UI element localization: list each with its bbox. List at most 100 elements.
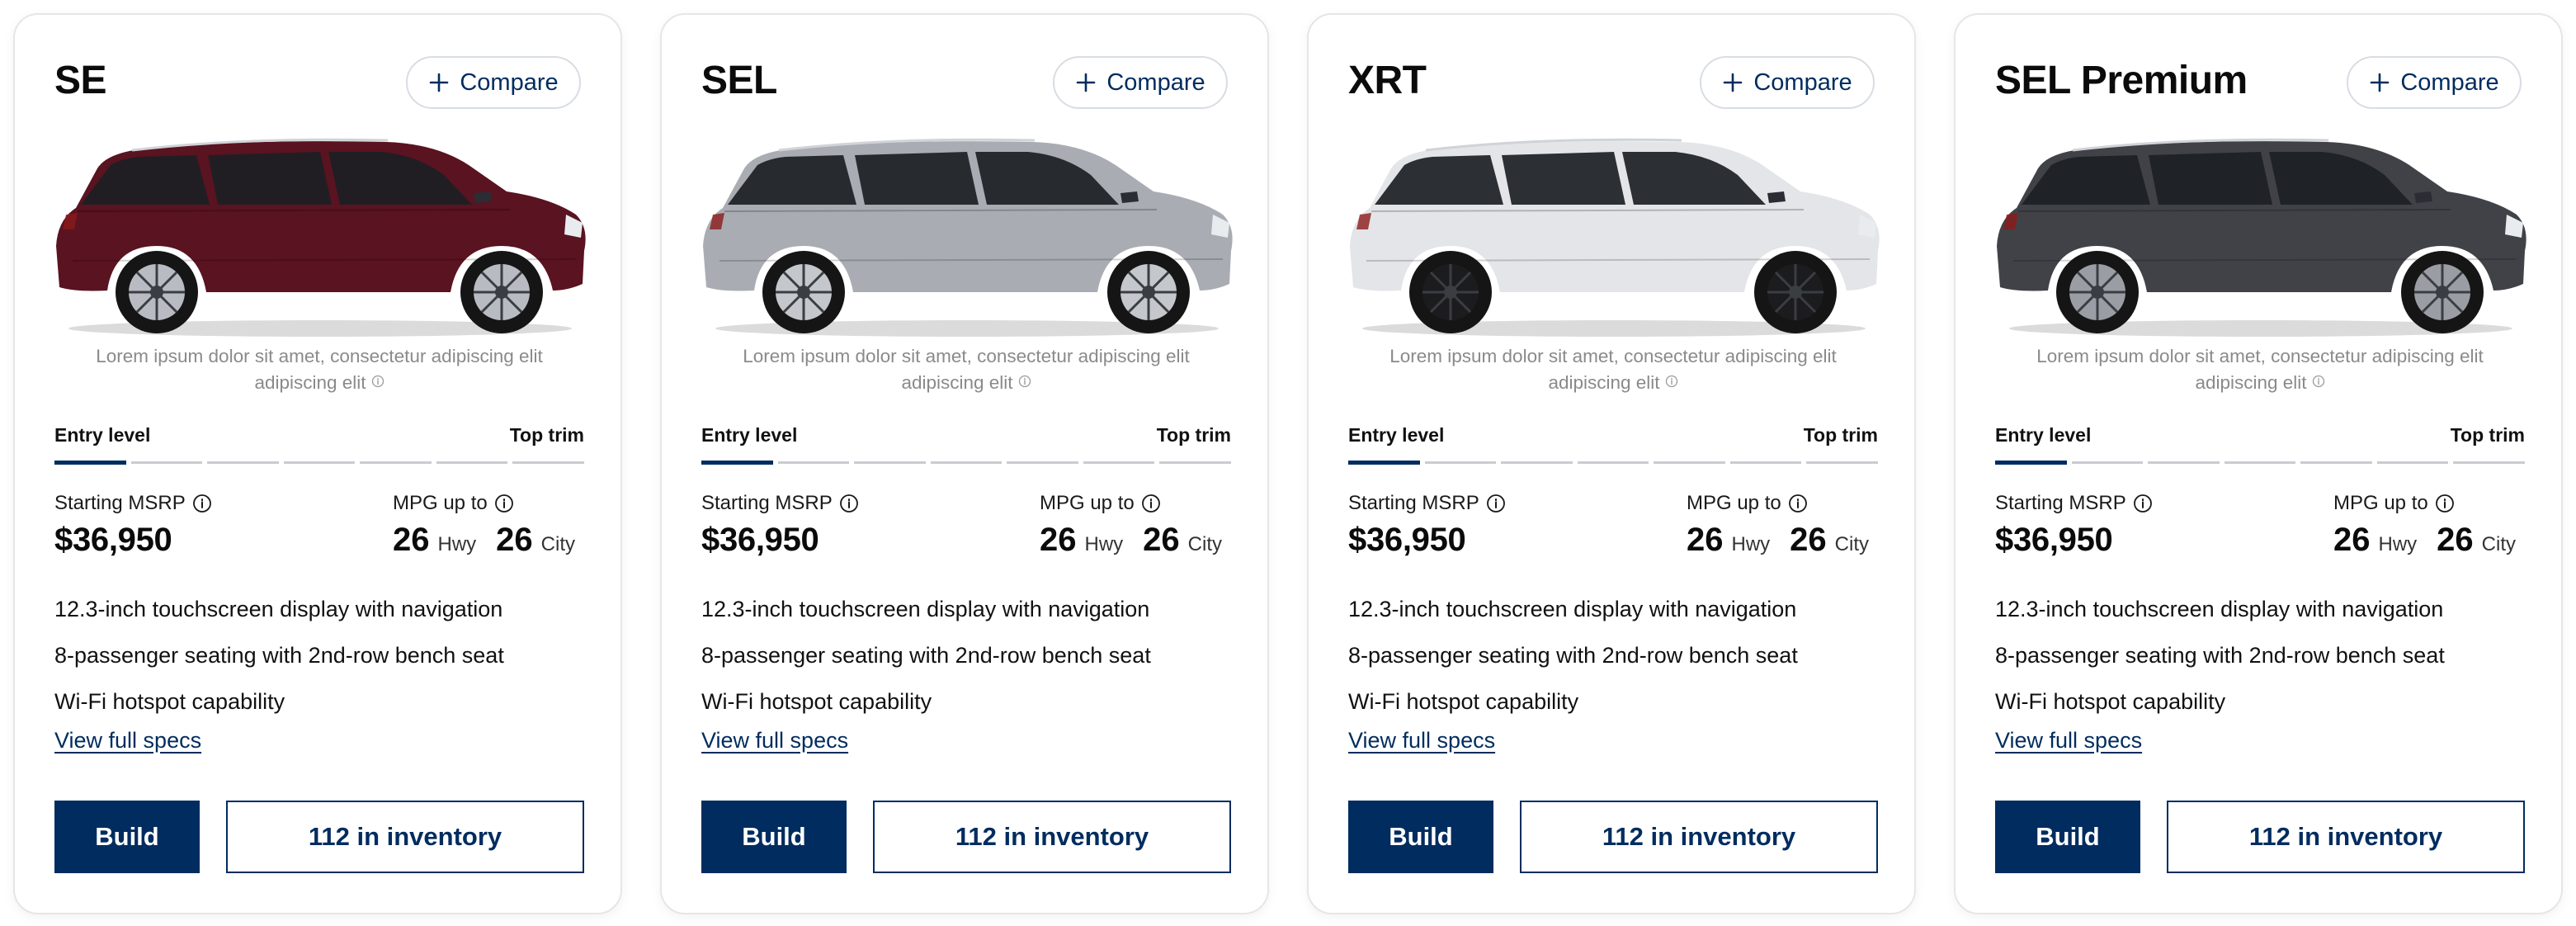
trim-level-segment xyxy=(1007,461,1078,464)
entry-level-label: Entry level xyxy=(701,424,798,446)
mpg-hwy-unit: Hwy xyxy=(2378,533,2418,555)
compare-button[interactable]: Compare xyxy=(2347,56,2522,109)
build-button[interactable]: Build xyxy=(1348,801,1493,873)
mpg-values: 26 Hwy 26 City xyxy=(2333,522,2516,561)
mpg-hwy-value: 26 xyxy=(1040,522,1077,558)
mpg-city-unit: City xyxy=(1187,533,1223,555)
info-circle-icon[interactable] xyxy=(1665,375,1678,388)
trim-level-segment xyxy=(2071,461,2144,464)
top-trim-label: Top trim xyxy=(509,424,584,446)
info-circle-icon[interactable] xyxy=(1788,494,1808,513)
view-full-specs-link[interactable]: View full specs xyxy=(54,728,201,754)
trim-card: SEL Premium Compare Lorem ipsum dolor si… xyxy=(1954,13,2563,914)
trim-level-segment xyxy=(130,461,203,464)
feature-item: 8-passenger seating with 2nd-row bench s… xyxy=(701,643,1151,668)
view-full-specs-link[interactable]: View full specs xyxy=(1995,728,2142,754)
entry-level-label: Entry level xyxy=(1995,424,2092,446)
mpg-city-unit: City xyxy=(1834,533,1870,555)
mpg-values: 26 Hwy 26 City xyxy=(1040,522,1222,561)
trim-level-bar xyxy=(1348,461,1878,465)
compare-label: Compare xyxy=(460,69,559,96)
trim-level-segment xyxy=(930,461,1003,464)
info-circle-icon[interactable] xyxy=(494,494,514,513)
top-trim-label: Top trim xyxy=(1803,424,1878,446)
feature-item: 8-passenger seating with 2nd-row bench s… xyxy=(54,643,504,668)
trim-level-segment xyxy=(777,461,850,464)
compare-button[interactable]: Compare xyxy=(1700,56,1875,109)
trim-level-segment xyxy=(1654,461,1725,464)
trim-level-segment xyxy=(2453,461,2525,464)
build-button[interactable]: Build xyxy=(1995,801,2140,873)
info-circle-icon[interactable] xyxy=(371,375,385,388)
trim-level-segment xyxy=(360,461,432,464)
trim-level-segment xyxy=(854,461,926,464)
entry-level-label: Entry level xyxy=(1348,424,1445,446)
view-full-specs-link[interactable]: View full specs xyxy=(701,728,848,754)
info-circle-icon[interactable] xyxy=(2435,494,2455,513)
feature-item: 8-passenger seating with 2nd-row bench s… xyxy=(1995,643,2445,668)
suv-side-view-image xyxy=(703,138,1233,337)
info-circle-icon[interactable] xyxy=(1141,494,1161,513)
compare-button[interactable]: Compare xyxy=(1053,56,1228,109)
trim-level-labels: Entry level Top trim xyxy=(1995,424,2525,449)
trim-level-segment xyxy=(1577,461,1649,464)
trim-name: XRT xyxy=(1348,59,1427,102)
mpg-hwy-unit: Hwy xyxy=(1084,533,1124,555)
trim-level-segment xyxy=(1083,461,1155,464)
view-full-specs-link[interactable]: View full specs xyxy=(1348,728,1495,754)
trim-card: XRT Compare Lorem ipsum dolor sit amet, … xyxy=(1307,13,1916,914)
info-circle-icon[interactable] xyxy=(1486,494,1506,513)
plus-icon xyxy=(2371,73,2390,92)
mpg-label: MPG up to xyxy=(1687,492,1808,515)
trim-description: Lorem ipsum dolor sit amet, consectetur … xyxy=(701,343,1231,396)
trim-level-segment xyxy=(1995,461,2067,465)
inventory-button[interactable]: 112 in inventory xyxy=(2167,801,2525,873)
trim-description: Lorem ipsum dolor sit amet, consectetur … xyxy=(1995,343,2525,396)
build-button[interactable]: Build xyxy=(54,801,200,873)
trim-level-segment xyxy=(1806,461,1878,464)
info-circle-icon[interactable] xyxy=(2312,375,2325,388)
mpg-hwy-unit: Hwy xyxy=(437,533,477,555)
inventory-button[interactable]: 112 in inventory xyxy=(226,801,584,873)
trim-card: SE Compare Lorem ipsum dolor sit amet, c… xyxy=(13,13,622,914)
info-circle-icon[interactable] xyxy=(192,494,212,513)
info-circle-icon[interactable] xyxy=(1018,375,1031,388)
trim-level-segment xyxy=(2300,461,2372,464)
inventory-button[interactable]: 112 in inventory xyxy=(873,801,1231,873)
mpg-city-value: 26 xyxy=(1790,522,1827,558)
feature-item: Wi-Fi hotspot capability xyxy=(54,689,285,714)
trim-level-labels: Entry level Top trim xyxy=(1348,424,1878,449)
mpg-values: 26 Hwy 26 City xyxy=(1687,522,1869,561)
mpg-hwy-unit: Hwy xyxy=(1731,533,1771,555)
mpg-label: MPG up to xyxy=(393,492,514,515)
inventory-button[interactable]: 112 in inventory xyxy=(1520,801,1878,873)
info-circle-icon[interactable] xyxy=(2133,494,2153,513)
trim-level-segment xyxy=(54,461,126,465)
trim-description-text: Lorem ipsum dolor sit amet, consectetur … xyxy=(1389,346,1837,393)
trim-level-segment xyxy=(512,461,584,464)
mpg-label: MPG up to xyxy=(2333,492,2455,515)
plus-icon xyxy=(1077,73,1096,92)
feature-item: 12.3-inch touchscreen display with navig… xyxy=(54,597,503,621)
feature-list: 12.3-inch touchscreen display with navig… xyxy=(701,586,1238,725)
suv-side-view-image xyxy=(56,138,586,337)
mpg-city-value: 26 xyxy=(1143,522,1180,558)
trim-level-labels: Entry level Top trim xyxy=(701,424,1231,449)
build-button[interactable]: Build xyxy=(701,801,847,873)
entry-level-label: Entry level xyxy=(54,424,151,446)
trim-level-bar xyxy=(1995,461,2525,465)
trim-level-segment xyxy=(1729,461,1802,464)
feature-list: 12.3-inch touchscreen display with navig… xyxy=(1995,586,2531,725)
starting-msrp-label: Starting MSRP xyxy=(1995,492,2153,515)
trim-level-labels: Entry level Top trim xyxy=(54,424,584,449)
trim-level-segment xyxy=(2224,461,2296,464)
trim-level-segment xyxy=(1348,461,1420,465)
mpg-hwy-value: 26 xyxy=(393,522,430,558)
info-circle-icon[interactable] xyxy=(839,494,859,513)
starting-msrp-label-text: Starting MSRP xyxy=(1995,492,2126,514)
compare-button[interactable]: Compare xyxy=(406,56,581,109)
mpg-label-text: MPG up to xyxy=(1040,492,1135,514)
mpg-city-value: 26 xyxy=(496,522,533,558)
starting-msrp-label: Starting MSRP xyxy=(701,492,859,515)
starting-msrp-value: $36,950 xyxy=(1348,522,1466,558)
